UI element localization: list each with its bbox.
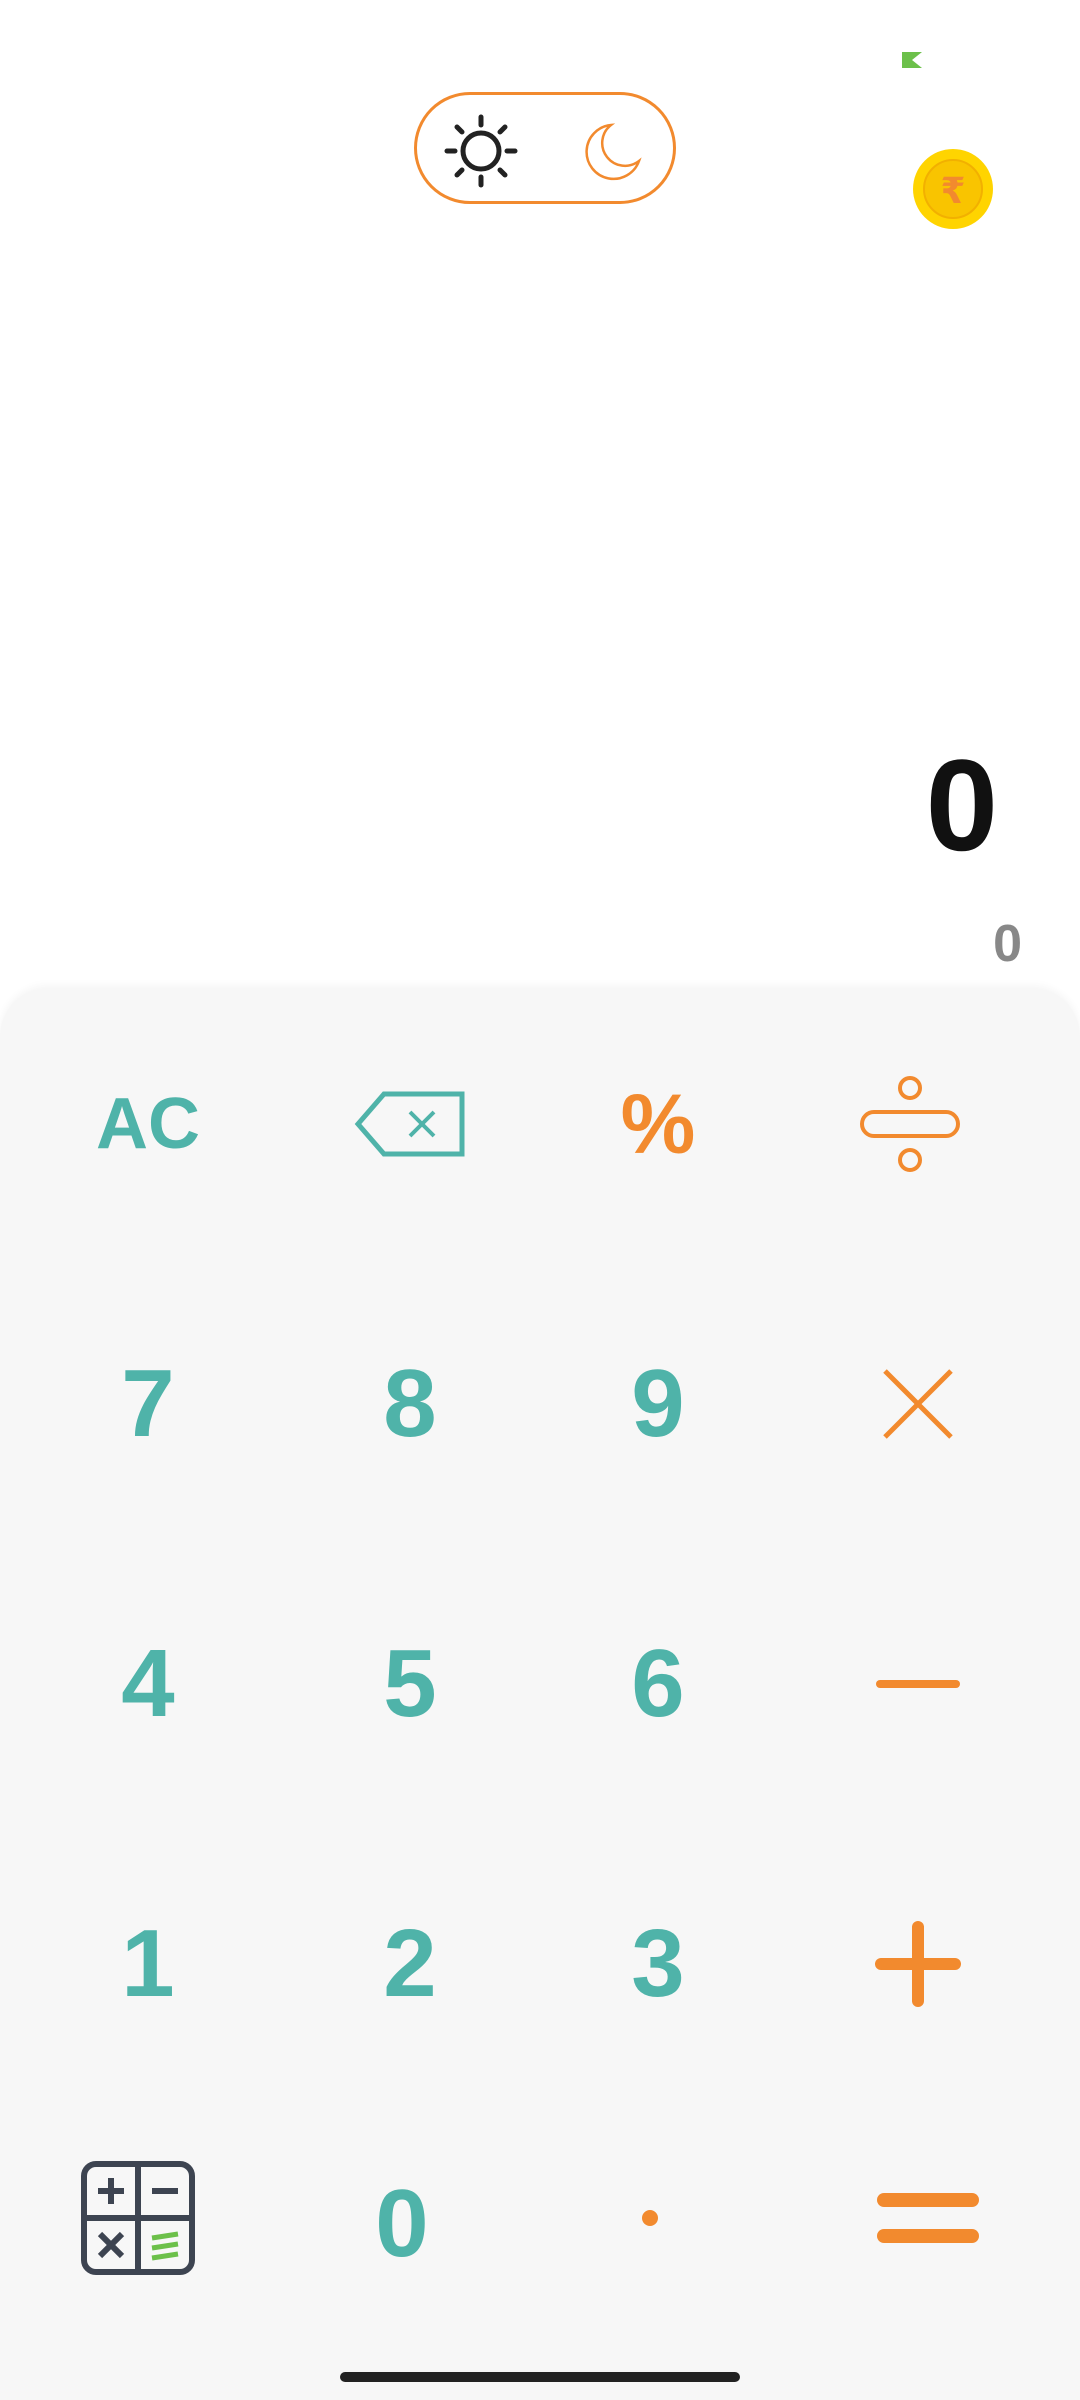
rupee-symbol: ₹ xyxy=(940,171,965,212)
digit-9-label: 9 xyxy=(631,1350,685,1457)
digit-3-label: 3 xyxy=(631,1910,685,2017)
digit-1-label: 1 xyxy=(121,1910,175,2017)
rupee-coin-icon[interactable]: ₹ xyxy=(912,148,994,230)
percent-button[interactable]: % xyxy=(558,1044,758,1204)
digit-9-button[interactable]: 9 xyxy=(558,1324,758,1484)
digit-7-button[interactable]: 7 xyxy=(48,1324,248,1484)
multiply-button[interactable] xyxy=(818,1324,1018,1484)
result-display: 0 xyxy=(925,732,998,878)
clear-button[interactable]: AC xyxy=(48,1044,248,1204)
status-indicator-icon xyxy=(900,50,928,70)
theme-toggle[interactable] xyxy=(414,92,676,204)
backspace-icon xyxy=(354,1090,466,1158)
moon-icon[interactable] xyxy=(577,117,647,187)
home-indicator[interactable] xyxy=(340,2372,740,2382)
digit-4-button[interactable]: 4 xyxy=(48,1604,248,1764)
digit-5-button[interactable]: 5 xyxy=(310,1604,510,1764)
digit-0-label: 0 xyxy=(375,2170,429,2277)
digit-7-label: 7 xyxy=(121,1350,175,1457)
expression-display: 0 xyxy=(993,915,1022,973)
digit-6-button[interactable]: 6 xyxy=(558,1604,758,1764)
calculator-mode-icon xyxy=(80,2160,196,2276)
digit-2-label: 2 xyxy=(383,1910,437,2017)
digit-4-label: 4 xyxy=(121,1630,175,1737)
digit-3-button[interactable]: 3 xyxy=(558,1884,758,2044)
digit-2-button[interactable]: 2 xyxy=(310,1884,510,2044)
clear-label: AC xyxy=(96,1084,200,1164)
minus-button[interactable] xyxy=(818,1604,1018,1764)
backspace-button[interactable] xyxy=(310,1044,510,1204)
divide-button[interactable] xyxy=(810,1044,1010,1204)
multiply-icon xyxy=(881,1367,955,1441)
equals-button[interactable] xyxy=(828,2138,1028,2298)
plus-icon xyxy=(875,1921,961,2007)
digit-1-button[interactable]: 1 xyxy=(48,1884,248,2044)
digit-8-label: 8 xyxy=(383,1350,437,1457)
keypad: AC % 7 8 9 4 5 6 1 2 3 0 xyxy=(0,988,1080,2400)
divide-icon xyxy=(858,1074,962,1174)
digit-0-button[interactable]: 0 xyxy=(302,2144,502,2304)
digit-5-label: 5 xyxy=(383,1630,437,1737)
equals-icon xyxy=(876,2188,980,2248)
decimal-point xyxy=(640,2208,660,2228)
decimal-button[interactable] xyxy=(550,2138,750,2298)
calculator-mode-button[interactable] xyxy=(38,2138,238,2298)
digit-8-button[interactable]: 8 xyxy=(310,1324,510,1484)
minus-icon xyxy=(876,1677,960,1691)
percent-label: % xyxy=(620,1076,696,1171)
digit-6-label: 6 xyxy=(631,1630,685,1737)
plus-button[interactable] xyxy=(818,1884,1018,2044)
sun-icon[interactable] xyxy=(443,113,519,189)
